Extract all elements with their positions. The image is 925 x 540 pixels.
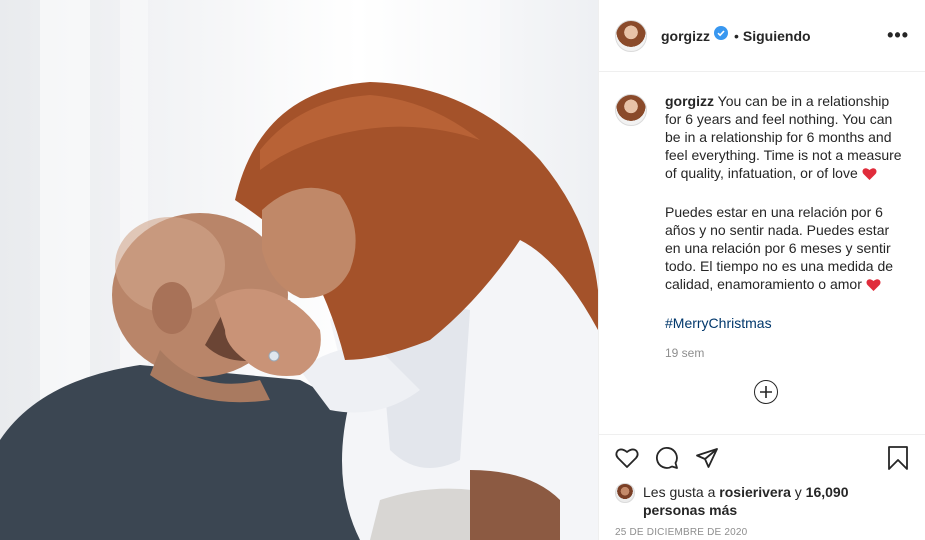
author-avatar[interactable] [615,19,647,52]
caption: gorgizz You can be in a relationship for… [615,92,909,350]
heart-icon[interactable] [615,447,639,469]
red-heart-emoji-icon [866,278,881,296]
couple-illustration [0,82,598,540]
post-side-panel: gorgizz • Siguiendo ••• gorgizz You can … [598,0,925,540]
post-header: gorgizz • Siguiendo ••• [599,0,925,72]
share-icon[interactable] [695,446,719,470]
liker-avatar[interactable] [615,483,635,503]
post-date[interactable]: 25 DE DICIEMBRE DE 2020 [615,527,909,538]
red-heart-emoji-icon [862,167,877,185]
caption-text: gorgizz You can be in a relationship for… [665,92,905,350]
likes-prefix: Les gusta a [643,484,716,500]
caption-area: gorgizz You can be in a relationship for… [599,72,925,434]
caption-paragraph-es: Puedes estar en una relación por 6 años … [665,204,894,292]
header-separator: • [734,27,739,44]
likes-text: Les gusta a rosierivera y 16,090 persona… [643,483,909,519]
likes-summary: Les gusta a rosierivera y 16,090 persona… [615,483,909,519]
post-actions: Les gusta a rosierivera y 16,090 persona… [599,434,925,538]
liker-username[interactable]: rosierivera [719,484,791,500]
plus-circle-icon[interactable] [754,380,778,404]
post-photo[interactable] [0,0,598,540]
caption-username[interactable]: gorgizz [665,93,714,109]
follow-status-button[interactable]: Siguiendo [743,28,811,44]
caption-author-avatar[interactable] [615,94,647,126]
verified-badge-icon [714,26,728,45]
author-username[interactable]: gorgizz [661,28,710,44]
likes-conjunction: y [794,484,802,500]
comment-icon[interactable] [655,446,679,470]
more-options-icon[interactable]: ••• [887,25,909,46]
action-icon-row [615,445,909,471]
hashtag-link[interactable]: #MerryChristmas [665,315,772,331]
bookmark-icon[interactable] [887,446,909,470]
